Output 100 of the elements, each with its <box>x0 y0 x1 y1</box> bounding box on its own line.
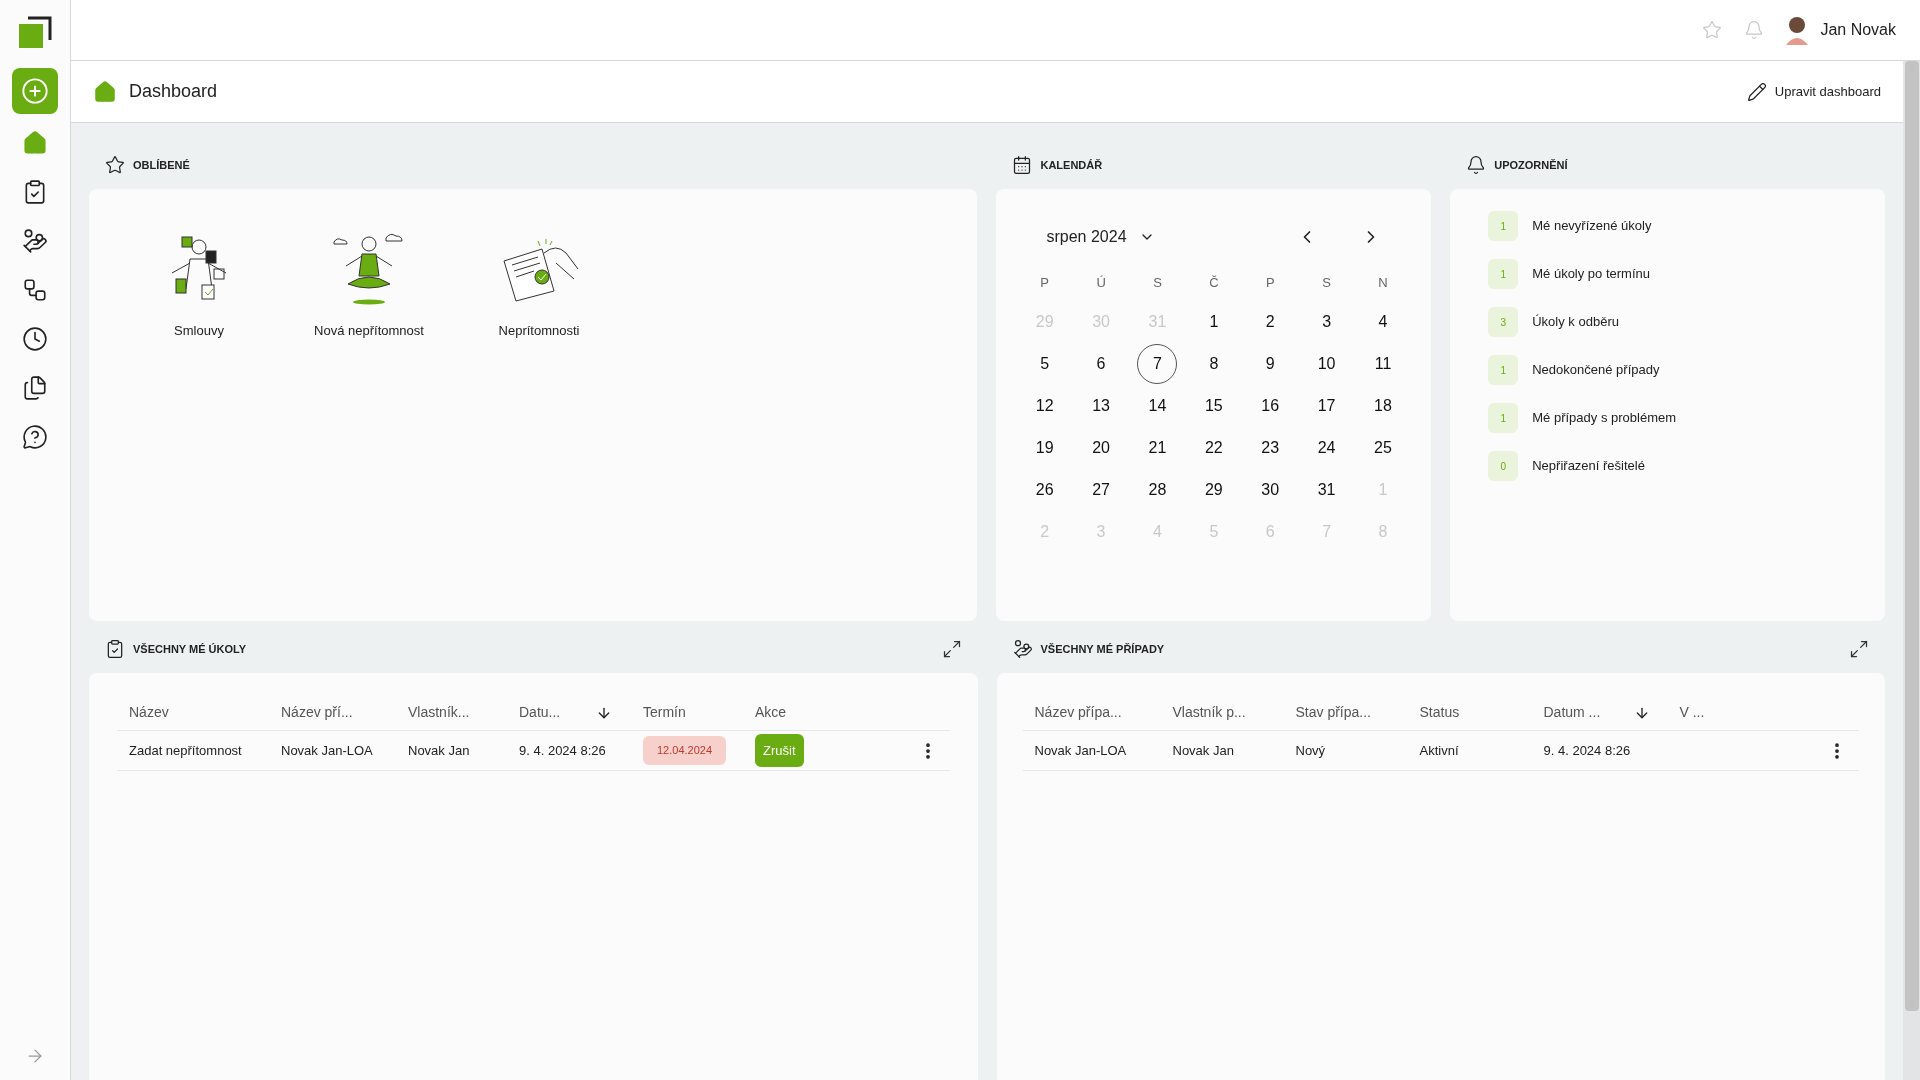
calendar-day[interactable]: 20 <box>1081 428 1122 468</box>
page-title: Dashboard <box>129 80 218 103</box>
column-header[interactable]: Akce <box>755 702 787 723</box>
section-title: VŠECHNY MÉ ÚKOLY <box>133 641 247 657</box>
weekday-label: Č <box>1209 274 1219 293</box>
count-badge: 1 <box>1488 259 1519 289</box>
column-header[interactable]: Název přípa... <box>1034 702 1122 723</box>
home-icon[interactable] <box>22 130 48 156</box>
calendar-day[interactable]: 21 <box>1137 428 1178 468</box>
calendar-day[interactable]: 19 <box>1024 428 1065 468</box>
column-header[interactable]: Název pří... <box>281 702 353 723</box>
count-badge: 1 <box>1488 211 1519 241</box>
table-cell-text: Aktivní <box>1419 741 1460 760</box>
weekday-label: P <box>1040 274 1049 293</box>
table-cell-text: 9. 4. 2024 8:26 <box>1543 741 1632 760</box>
calendar-day[interactable]: 31 <box>1306 470 1347 510</box>
notification-link[interactable]: Mé případy s problémem <box>1532 408 1676 428</box>
weekday-label: Ú <box>1096 274 1106 293</box>
table-cell-text: Novak Jan <box>1172 741 1235 760</box>
calendar-day[interactable]: 10 <box>1306 344 1347 384</box>
calendar-day[interactable]: 13 <box>1081 386 1122 426</box>
calendar-day[interactable]: 1 <box>1193 302 1234 342</box>
favorite-label[interactable]: Nová nepřítomnost <box>314 321 424 341</box>
column-header[interactable]: Vlastník... <box>408 702 470 723</box>
star-icon <box>105 155 125 175</box>
calendar-day[interactable]: 29 <box>1193 470 1234 510</box>
calendar-day[interactable]: 24 <box>1306 428 1347 468</box>
calendar-day[interactable]: 9 <box>1250 344 1291 384</box>
count-badge: 3 <box>1488 307 1519 337</box>
pencil-icon <box>1746 81 1767 102</box>
table-cell-text: Novak Jan-LOA <box>1034 741 1128 760</box>
user-name[interactable]: Jan Novak <box>1820 18 1896 42</box>
month-dropdown[interactable]: srpen 2024 <box>1046 225 1155 249</box>
workflow-icon[interactable] <box>22 277 48 303</box>
help-icon[interactable] <box>22 424 48 450</box>
calendar-day[interactable]: 22 <box>1193 428 1234 468</box>
calendar-day[interactable]: 12 <box>1024 386 1065 426</box>
table-cell-text: Nový <box>1295 741 1327 760</box>
column-header[interactable]: Název <box>129 702 169 723</box>
notification-link[interactable]: Mé úkoly po termínu <box>1532 264 1650 284</box>
star-icon[interactable] <box>1702 20 1723 40</box>
logo-icon <box>18 16 52 50</box>
weekday-label: N <box>1378 274 1388 293</box>
scrollbar[interactable] <box>1903 61 1920 1080</box>
calendar-day[interactable]: 28 <box>1137 470 1178 510</box>
deadline-badge: 12.04.2024 <box>643 736 727 765</box>
clock-icon[interactable] <box>22 326 48 352</box>
column-header[interactable]: Termín <box>643 702 686 723</box>
calendar-day[interactable]: 3 <box>1306 302 1347 342</box>
notification-link[interactable]: Nepřiřazení řešitelé <box>1532 456 1645 476</box>
section-title: UPOZORNĚNÍ <box>1494 157 1568 173</box>
count-badge: 1 <box>1488 403 1519 433</box>
calendar-day[interactable]: 14 <box>1137 386 1178 426</box>
calendar-day[interactable]: 8 <box>1193 344 1234 384</box>
section-title: KALENDÁŘ <box>1040 157 1103 173</box>
calendar-day[interactable]: 11 <box>1363 344 1403 384</box>
calendar-day[interactable]: 16 <box>1250 386 1291 426</box>
favorite-label[interactable]: Neprítomnosti <box>498 321 580 341</box>
calendar-day[interactable]: 26 <box>1024 470 1065 510</box>
count-badge: 1 <box>1488 355 1519 385</box>
table-cell-text: 9. 4. 2024 8:26 <box>519 741 607 760</box>
weekday-label: P <box>1265 274 1275 293</box>
edit-dashboard-button[interactable]: Upravit dashboard <box>1746 81 1881 102</box>
column-header[interactable]: Datum ... <box>1543 702 1651 723</box>
calendar-day[interactable]: 15 <box>1193 386 1234 426</box>
avatar-icon <box>1784 15 1811 45</box>
column-header[interactable]: V ... <box>1679 702 1705 723</box>
expand-icon[interactable] <box>941 639 962 659</box>
notification-link[interactable]: Mé nevyřízené úkoly <box>1532 216 1652 236</box>
notification-link[interactable]: Nedokončené případy <box>1532 360 1660 380</box>
calendar-day[interactable]: 25 <box>1363 428 1403 468</box>
calendar-day[interactable]: 23 <box>1250 428 1291 468</box>
table-cell-text: Zadat nepřítomnost <box>129 741 243 760</box>
plus-icon <box>21 77 49 105</box>
calendar-day[interactable]: 6 <box>1081 344 1122 384</box>
clipboard-check-icon <box>105 639 125 659</box>
count-badge: 0 <box>1488 451 1519 481</box>
calendar-day[interactable]: 17 <box>1306 386 1347 426</box>
column-header[interactable]: Vlastník p... <box>1172 702 1246 723</box>
notification-link[interactable]: Úkoly k odběru <box>1532 312 1619 332</box>
favorite-label[interactable]: Smlouvy <box>174 321 224 341</box>
expand-icon[interactable] <box>1849 639 1869 659</box>
weekday-label: S <box>1153 274 1162 293</box>
calendar-day[interactable]: 5 <box>1024 344 1065 384</box>
documents-icon[interactable] <box>22 375 48 401</box>
weekday-label: S <box>1322 274 1331 293</box>
table-cell-text: Novak Jan-LOA <box>281 741 374 760</box>
section-title: OBLÍBENÉ <box>133 157 190 173</box>
calendar-day[interactable]: 2 <box>1250 302 1291 342</box>
table-cell-text: Novak Jan <box>408 741 471 760</box>
column-header[interactable]: Datu... <box>519 702 613 723</box>
add-button[interactable] <box>12 68 58 114</box>
bell-icon <box>1466 155 1487 175</box>
column-header[interactable]: Stav přípa... <box>1295 702 1371 723</box>
calendar-day[interactable]: 18 <box>1363 386 1403 426</box>
calendar-day[interactable]: 27 <box>1081 470 1122 510</box>
calendar-day[interactable]: 30 <box>1250 470 1291 510</box>
calendar-day[interactable]: 4 <box>1363 302 1403 342</box>
column-header[interactable]: Status <box>1419 702 1460 723</box>
section-title: VŠECHNY MÉ PŘÍPADY <box>1040 641 1165 657</box>
